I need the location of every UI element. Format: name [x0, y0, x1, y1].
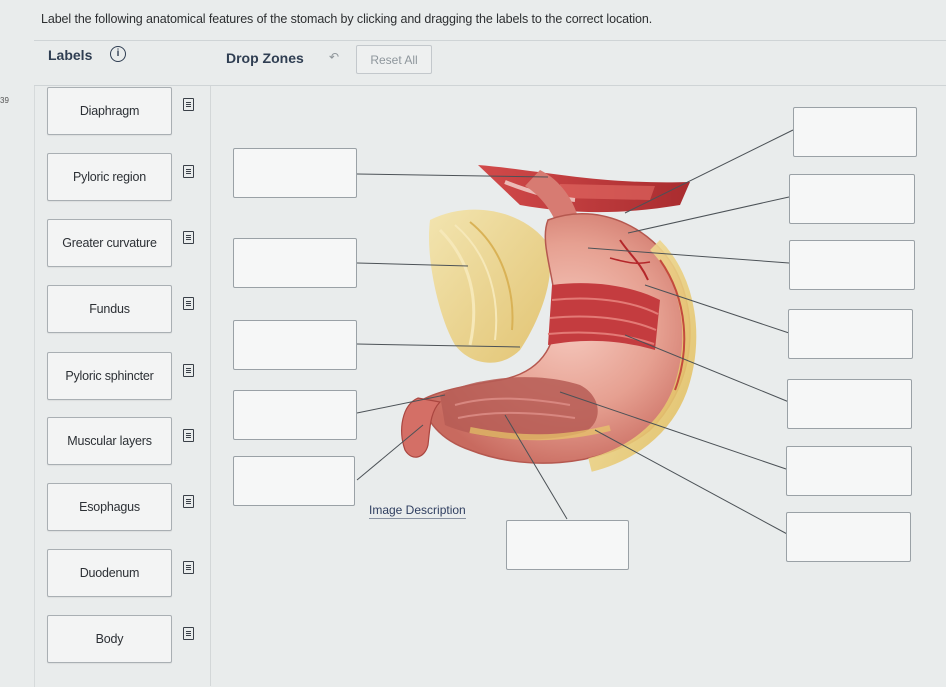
drop-zone[interactable] — [789, 240, 915, 290]
omentum-fat — [429, 209, 551, 363]
drop-zone[interactable] — [793, 107, 917, 157]
drop-zone[interactable] — [787, 379, 912, 429]
drop-zone[interactable] — [233, 148, 357, 198]
image-description-link[interactable]: Image Description — [369, 503, 466, 519]
drop-zone[interactable] — [789, 174, 915, 224]
drop-zone[interactable] — [233, 238, 357, 288]
drop-zone[interactable] — [506, 520, 629, 570]
drop-zone[interactable] — [233, 390, 357, 440]
drop-zone[interactable] — [786, 446, 912, 496]
drop-zone[interactable] — [788, 309, 913, 359]
drop-zone[interactable] — [233, 456, 355, 506]
mucosa-folds — [440, 377, 598, 440]
activity-stage: Label the following anatomical features … — [0, 0, 946, 687]
drop-zone[interactable] — [233, 320, 357, 370]
drop-zone[interactable] — [786, 512, 911, 562]
